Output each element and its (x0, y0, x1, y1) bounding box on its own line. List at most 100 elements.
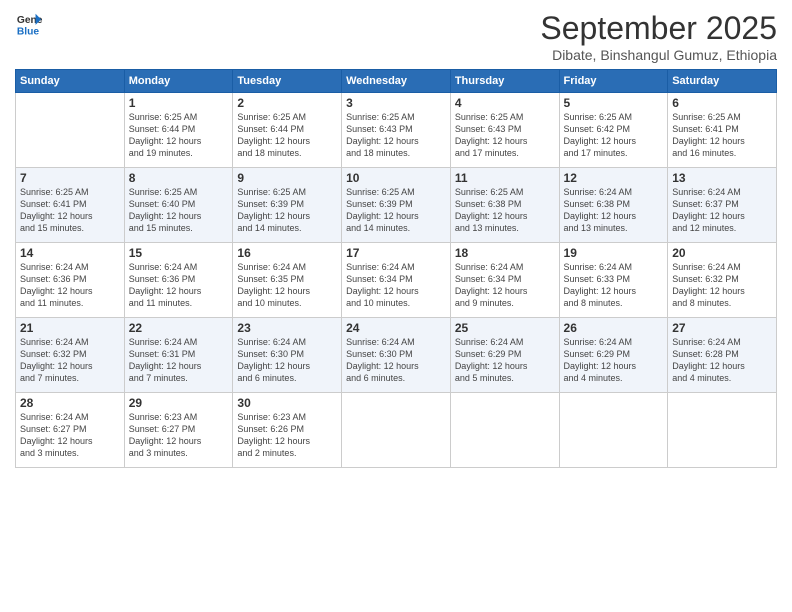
calendar-day-cell: 27Sunrise: 6:24 AMSunset: 6:28 PMDayligh… (668, 318, 777, 393)
calendar-empty-cell (450, 393, 559, 468)
day-number: 4 (455, 96, 555, 110)
day-number: 1 (129, 96, 229, 110)
calendar-day-cell: 8Sunrise: 6:25 AMSunset: 6:40 PMDaylight… (124, 168, 233, 243)
day-info: Sunrise: 6:24 AMSunset: 6:31 PMDaylight:… (129, 336, 229, 385)
col-header-wednesday: Wednesday (342, 70, 451, 93)
day-number: 10 (346, 171, 446, 185)
calendar-day-cell: 12Sunrise: 6:24 AMSunset: 6:38 PMDayligh… (559, 168, 668, 243)
page-header: General Blue September 2025 Dibate, Bins… (15, 10, 777, 63)
logo: General Blue (15, 10, 43, 38)
col-header-friday: Friday (559, 70, 668, 93)
calendar-day-cell: 10Sunrise: 6:25 AMSunset: 6:39 PMDayligh… (342, 168, 451, 243)
calendar-day-cell: 29Sunrise: 6:23 AMSunset: 6:27 PMDayligh… (124, 393, 233, 468)
calendar-day-cell: 22Sunrise: 6:24 AMSunset: 6:31 PMDayligh… (124, 318, 233, 393)
day-number: 25 (455, 321, 555, 335)
day-number: 16 (237, 246, 337, 260)
day-info: Sunrise: 6:25 AMSunset: 6:43 PMDaylight:… (346, 111, 446, 160)
title-block: September 2025 Dibate, Binshangul Gumuz,… (540, 10, 777, 63)
day-number: 22 (129, 321, 229, 335)
calendar-day-cell: 26Sunrise: 6:24 AMSunset: 6:29 PMDayligh… (559, 318, 668, 393)
day-info: Sunrise: 6:23 AMSunset: 6:27 PMDaylight:… (129, 411, 229, 460)
calendar-week-row: 7Sunrise: 6:25 AMSunset: 6:41 PMDaylight… (16, 168, 777, 243)
day-number: 15 (129, 246, 229, 260)
calendar-day-cell: 9Sunrise: 6:25 AMSunset: 6:39 PMDaylight… (233, 168, 342, 243)
day-info: Sunrise: 6:25 AMSunset: 6:44 PMDaylight:… (129, 111, 229, 160)
calendar-day-cell: 5Sunrise: 6:25 AMSunset: 6:42 PMDaylight… (559, 93, 668, 168)
calendar-day-cell: 30Sunrise: 6:23 AMSunset: 6:26 PMDayligh… (233, 393, 342, 468)
day-info: Sunrise: 6:25 AMSunset: 6:44 PMDaylight:… (237, 111, 337, 160)
calendar-day-cell: 1Sunrise: 6:25 AMSunset: 6:44 PMDaylight… (124, 93, 233, 168)
day-info: Sunrise: 6:25 AMSunset: 6:41 PMDaylight:… (20, 186, 120, 235)
day-number: 29 (129, 396, 229, 410)
day-info: Sunrise: 6:25 AMSunset: 6:41 PMDaylight:… (672, 111, 772, 160)
logo-icon: General Blue (15, 10, 43, 38)
day-info: Sunrise: 6:24 AMSunset: 6:29 PMDaylight:… (564, 336, 664, 385)
day-number: 20 (672, 246, 772, 260)
day-number: 14 (20, 246, 120, 260)
day-number: 27 (672, 321, 772, 335)
day-number: 23 (237, 321, 337, 335)
day-number: 3 (346, 96, 446, 110)
day-number: 9 (237, 171, 337, 185)
day-number: 21 (20, 321, 120, 335)
calendar-week-row: 1Sunrise: 6:25 AMSunset: 6:44 PMDaylight… (16, 93, 777, 168)
day-number: 28 (20, 396, 120, 410)
day-info: Sunrise: 6:24 AMSunset: 6:36 PMDaylight:… (129, 261, 229, 310)
calendar-day-cell: 3Sunrise: 6:25 AMSunset: 6:43 PMDaylight… (342, 93, 451, 168)
day-info: Sunrise: 6:24 AMSunset: 6:29 PMDaylight:… (455, 336, 555, 385)
day-info: Sunrise: 6:24 AMSunset: 6:32 PMDaylight:… (672, 261, 772, 310)
calendar-day-cell: 4Sunrise: 6:25 AMSunset: 6:43 PMDaylight… (450, 93, 559, 168)
day-number: 17 (346, 246, 446, 260)
calendar-day-cell: 18Sunrise: 6:24 AMSunset: 6:34 PMDayligh… (450, 243, 559, 318)
calendar-week-row: 21Sunrise: 6:24 AMSunset: 6:32 PMDayligh… (16, 318, 777, 393)
day-info: Sunrise: 6:24 AMSunset: 6:34 PMDaylight:… (346, 261, 446, 310)
day-number: 5 (564, 96, 664, 110)
calendar-day-cell: 15Sunrise: 6:24 AMSunset: 6:36 PMDayligh… (124, 243, 233, 318)
calendar-day-cell: 7Sunrise: 6:25 AMSunset: 6:41 PMDaylight… (16, 168, 125, 243)
day-info: Sunrise: 6:24 AMSunset: 6:36 PMDaylight:… (20, 261, 120, 310)
calendar-table: SundayMondayTuesdayWednesdayThursdayFrid… (15, 69, 777, 468)
calendar-day-cell: 23Sunrise: 6:24 AMSunset: 6:30 PMDayligh… (233, 318, 342, 393)
calendar-header-row: SundayMondayTuesdayWednesdayThursdayFrid… (16, 70, 777, 93)
day-info: Sunrise: 6:24 AMSunset: 6:35 PMDaylight:… (237, 261, 337, 310)
calendar-day-cell: 14Sunrise: 6:24 AMSunset: 6:36 PMDayligh… (16, 243, 125, 318)
day-number: 2 (237, 96, 337, 110)
col-header-sunday: Sunday (16, 70, 125, 93)
day-info: Sunrise: 6:24 AMSunset: 6:32 PMDaylight:… (20, 336, 120, 385)
day-number: 24 (346, 321, 446, 335)
day-info: Sunrise: 6:25 AMSunset: 6:43 PMDaylight:… (455, 111, 555, 160)
day-number: 26 (564, 321, 664, 335)
day-number: 18 (455, 246, 555, 260)
day-number: 12 (564, 171, 664, 185)
day-number: 7 (20, 171, 120, 185)
col-header-thursday: Thursday (450, 70, 559, 93)
day-info: Sunrise: 6:24 AMSunset: 6:30 PMDaylight:… (237, 336, 337, 385)
calendar-empty-cell (16, 93, 125, 168)
calendar-day-cell: 20Sunrise: 6:24 AMSunset: 6:32 PMDayligh… (668, 243, 777, 318)
calendar-day-cell: 25Sunrise: 6:24 AMSunset: 6:29 PMDayligh… (450, 318, 559, 393)
day-number: 13 (672, 171, 772, 185)
day-info: Sunrise: 6:25 AMSunset: 6:40 PMDaylight:… (129, 186, 229, 235)
day-info: Sunrise: 6:25 AMSunset: 6:39 PMDaylight:… (346, 186, 446, 235)
calendar-day-cell: 21Sunrise: 6:24 AMSunset: 6:32 PMDayligh… (16, 318, 125, 393)
calendar-week-row: 28Sunrise: 6:24 AMSunset: 6:27 PMDayligh… (16, 393, 777, 468)
calendar-day-cell: 6Sunrise: 6:25 AMSunset: 6:41 PMDaylight… (668, 93, 777, 168)
calendar-empty-cell (668, 393, 777, 468)
col-header-monday: Monday (124, 70, 233, 93)
calendar-day-cell: 13Sunrise: 6:24 AMSunset: 6:37 PMDayligh… (668, 168, 777, 243)
day-info: Sunrise: 6:23 AMSunset: 6:26 PMDaylight:… (237, 411, 337, 460)
calendar-day-cell: 11Sunrise: 6:25 AMSunset: 6:38 PMDayligh… (450, 168, 559, 243)
location: Dibate, Binshangul Gumuz, Ethiopia (540, 47, 777, 63)
calendar-day-cell: 28Sunrise: 6:24 AMSunset: 6:27 PMDayligh… (16, 393, 125, 468)
calendar-day-cell: 17Sunrise: 6:24 AMSunset: 6:34 PMDayligh… (342, 243, 451, 318)
calendar-day-cell: 19Sunrise: 6:24 AMSunset: 6:33 PMDayligh… (559, 243, 668, 318)
day-info: Sunrise: 6:25 AMSunset: 6:39 PMDaylight:… (237, 186, 337, 235)
col-header-tuesday: Tuesday (233, 70, 342, 93)
month-title: September 2025 (540, 10, 777, 47)
day-number: 6 (672, 96, 772, 110)
day-number: 11 (455, 171, 555, 185)
calendar-empty-cell (342, 393, 451, 468)
day-info: Sunrise: 6:24 AMSunset: 6:27 PMDaylight:… (20, 411, 120, 460)
calendar-day-cell: 24Sunrise: 6:24 AMSunset: 6:30 PMDayligh… (342, 318, 451, 393)
col-header-saturday: Saturday (668, 70, 777, 93)
